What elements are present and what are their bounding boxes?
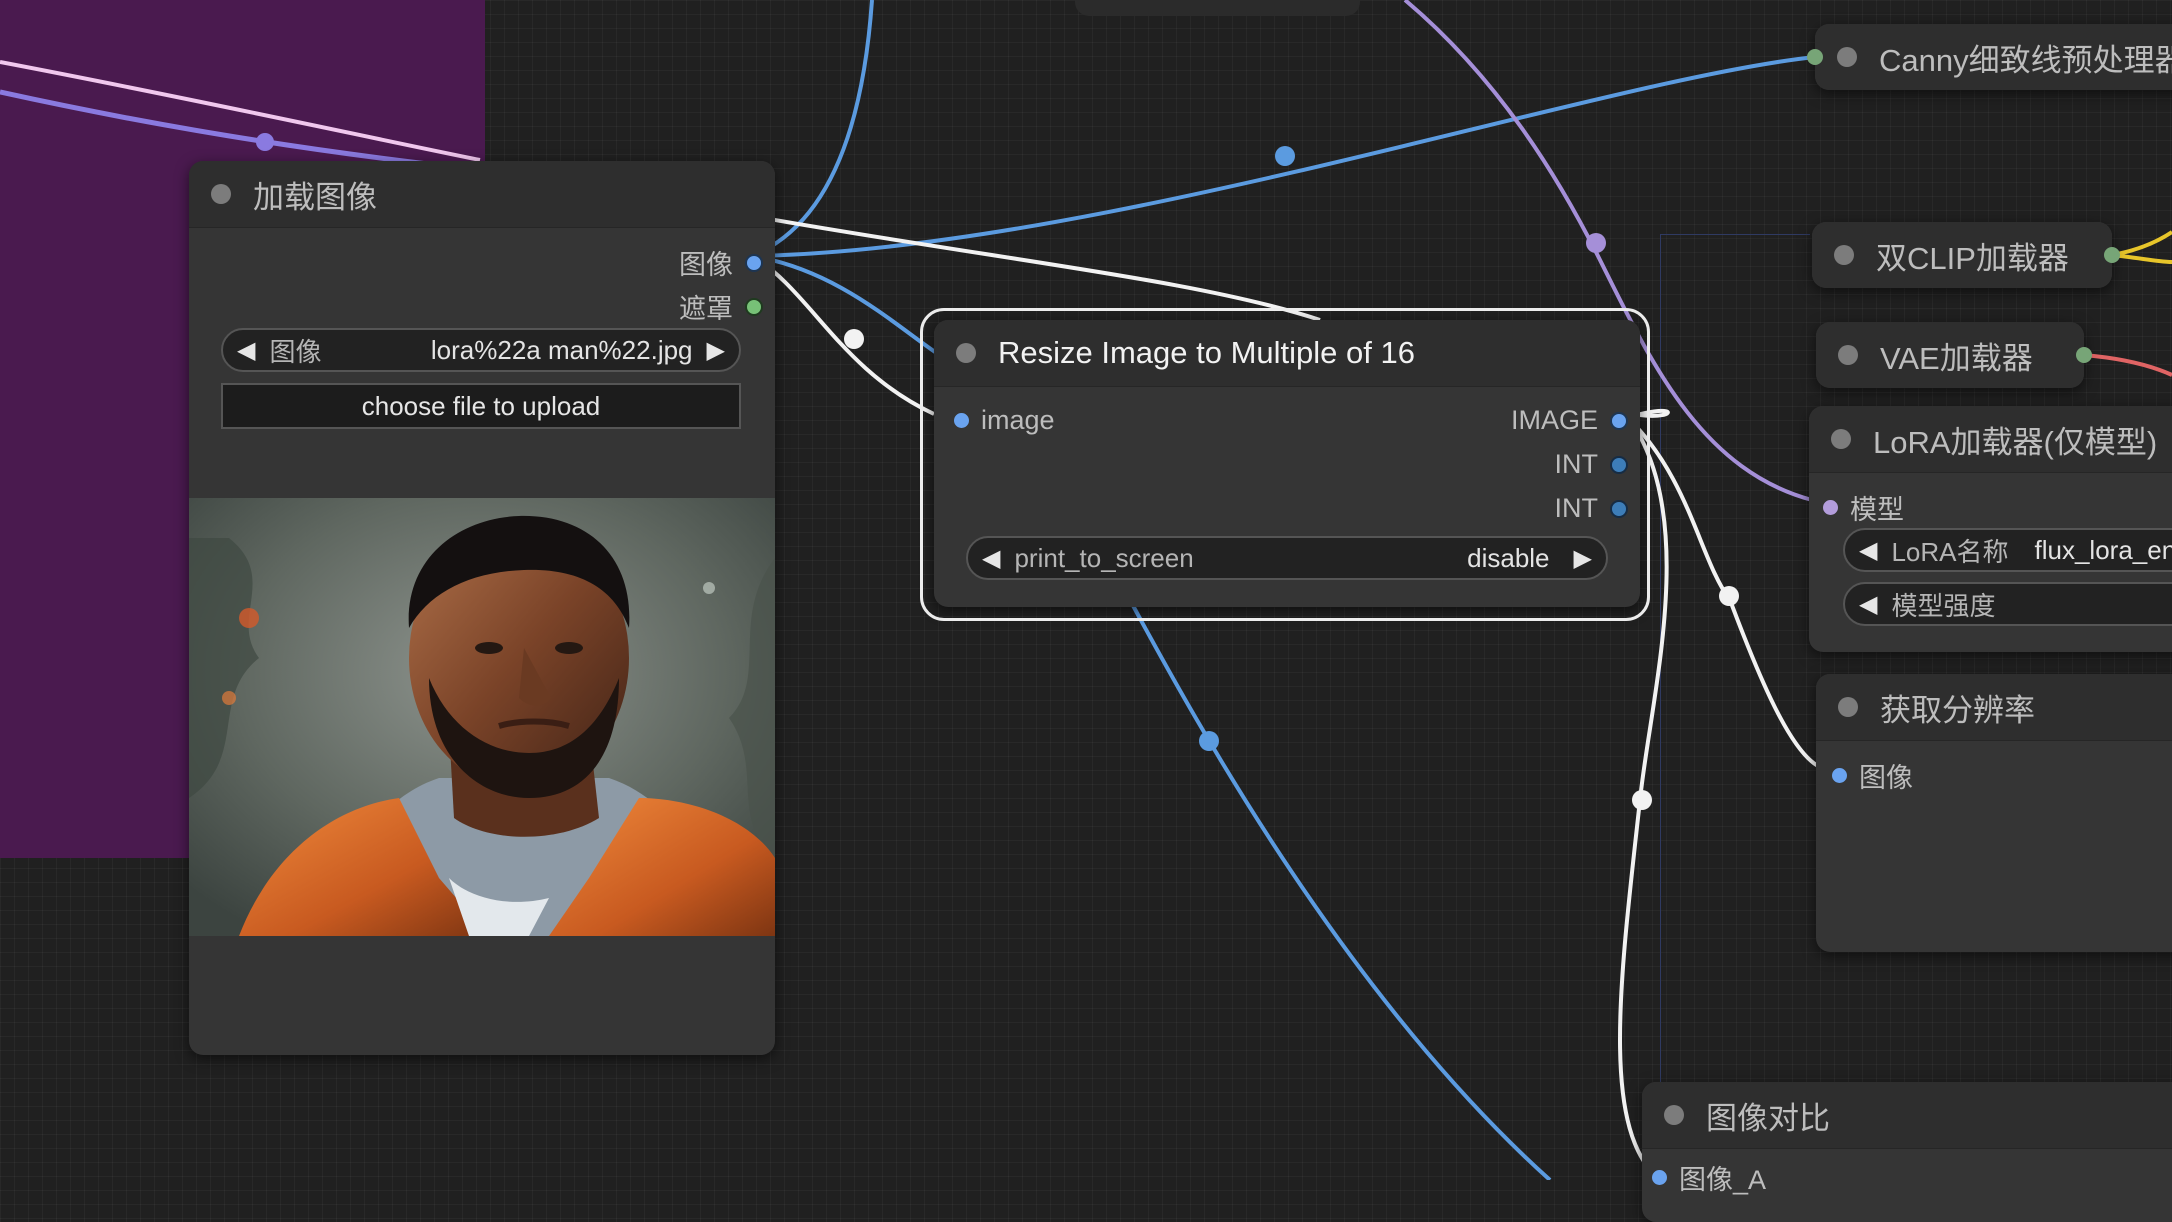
decrement-arrow-icon[interactable]: ◀ (1859, 536, 1877, 565)
node-collapse-dot[interactable] (1838, 345, 1858, 365)
input-label: 模型 (1850, 495, 1904, 525)
link-vae (2082, 353, 2172, 377)
node-title: LoRA加载器(仅模型) (1873, 424, 2158, 460)
image-combo-widget[interactable]: ◀ 图像 lora%22a man%22.jpg ▶ (221, 328, 741, 372)
node-title: 加载图像 (253, 179, 377, 215)
input-dot[interactable] (1823, 500, 1838, 515)
link-midpoint (1719, 586, 1739, 606)
node-collapse-dot[interactable] (1834, 245, 1854, 265)
link-white-to-resize (750, 254, 935, 416)
node-title: Canny细致线预处理器 (1879, 42, 2172, 78)
link-midpoint (256, 133, 274, 151)
node-title-bar[interactable]: 加载图像 (189, 161, 775, 228)
node-title: 双CLIP加载器 (1876, 240, 2069, 276)
increment-arrow-icon[interactable]: ▶ (707, 336, 725, 365)
lora-name-widget[interactable]: ◀ LoRA名称 flux_lora_en (1843, 528, 2172, 572)
link-midpoint (1586, 233, 1606, 253)
input-dot[interactable] (1832, 768, 1847, 783)
output-label: 遮罩 (679, 294, 733, 324)
model-strength-widget[interactable]: ◀ 模型强度 (1843, 582, 2172, 626)
node-title-bar[interactable]: 图像对比 (1642, 1082, 2172, 1149)
node-title-bar[interactable]: 获取分辨率 (1816, 674, 2172, 741)
link-purple-left (0, 89, 481, 173)
node-title-bar[interactable]: VAE加载器 (1816, 322, 2084, 388)
lora-loader-node[interactable]: LoRA加载器(仅模型) 模型 ◀ LoRA名称 flux_lora_en ◀ … (1809, 406, 2172, 652)
input-dot[interactable] (1807, 49, 1823, 65)
image-compare-node[interactable]: 图像对比 图像_A (1642, 1082, 2172, 1222)
node-collapse-dot[interactable] (1831, 429, 1851, 449)
input-slot-model[interactable]: 模型 (1823, 488, 1904, 527)
link-midpoint (844, 329, 864, 349)
input-label: 图像_A (1679, 1165, 1767, 1195)
widget-value: lora%22a man%22.jpg (430, 334, 693, 365)
node-collapse-dot[interactable] (1664, 1105, 1684, 1125)
choose-file-button[interactable]: choose file to upload (221, 383, 741, 429)
load-image-node[interactable]: 加载图像 图像 遮罩 ◀ 图像 lora%22a man%22.jpg ▶ ch… (189, 161, 775, 1055)
vae-loader-node[interactable]: VAE加载器 (1816, 322, 2084, 388)
image-preview (189, 498, 775, 936)
link-clip-2 (2111, 253, 2172, 264)
input-slot-image[interactable]: 图像 (1832, 756, 1913, 795)
input-label: 图像 (1859, 763, 1913, 793)
node-collapse-dot[interactable] (1837, 47, 1857, 67)
node-title: 图像对比 (1706, 1100, 1830, 1136)
canny-node[interactable]: Canny细致线预处理器 (1815, 24, 2172, 90)
node-title-bar[interactable]: Canny细致线预处理器 (1815, 24, 2172, 90)
link-clip (2111, 230, 2172, 257)
output-dot[interactable] (2104, 247, 2120, 263)
link-pink (0, 60, 481, 162)
output-dot[interactable] (2076, 347, 2092, 363)
node-title-bar[interactable]: 双CLIP加载器 (1812, 222, 2112, 288)
output-label: 图像 (679, 250, 733, 280)
link-midpoint (1275, 146, 1295, 166)
node-title: VAE加载器 (1880, 340, 2033, 376)
output-slot-image[interactable]: 图像 (679, 243, 763, 282)
node-collapse-dot[interactable] (211, 184, 231, 204)
input-slot-image-a[interactable]: 图像_A (1652, 1158, 1766, 1197)
link-image-down (1128, 599, 1552, 1180)
widget-label: LoRA名称 (1891, 536, 2009, 567)
input-dot[interactable] (1652, 1170, 1667, 1185)
widget-value: flux_lora_en (2034, 534, 2172, 565)
node-collapse-dot[interactable] (1838, 697, 1858, 717)
link-white-long (751, 214, 1321, 322)
decrement-arrow-icon[interactable]: ◀ (237, 336, 255, 365)
output-slot-mask[interactable]: 遮罩 (679, 287, 763, 326)
node-title-bar[interactable]: LoRA加载器(仅模型) (1809, 406, 2172, 473)
decrement-arrow-icon[interactable]: ◀ (1859, 590, 1877, 619)
link-midpoint (1632, 790, 1652, 810)
dual-clip-loader-node[interactable]: 双CLIP加载器 (1812, 222, 2112, 288)
get-resolution-node[interactable]: 获取分辨率 图像 (1816, 674, 2172, 952)
output-dot[interactable] (745, 253, 763, 272)
selection-outline (920, 308, 1650, 621)
widget-label: 模型强度 (1891, 590, 1996, 621)
node-title: 获取分辨率 (1880, 692, 2035, 728)
widget-label: 图像 (269, 336, 322, 367)
link-midpoint (1199, 731, 1219, 751)
output-dot[interactable] (745, 297, 763, 316)
